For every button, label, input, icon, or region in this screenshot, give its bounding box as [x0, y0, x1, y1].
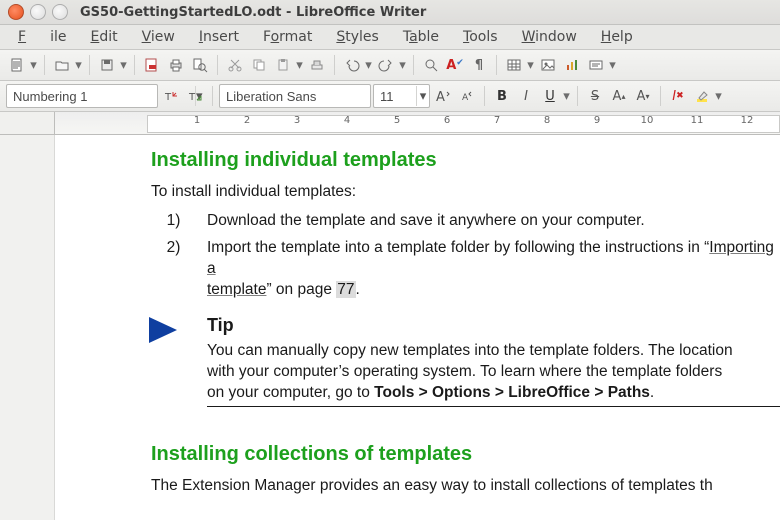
ruler-tick: 2	[244, 115, 250, 126]
tip-body: You can manually copy new templates into…	[207, 341, 780, 407]
spellcheck-button[interactable]: A✔	[444, 54, 466, 76]
list-item: Import the template into a template fold…	[189, 238, 780, 301]
highlight-button[interactable]	[691, 85, 713, 107]
save-dropdown[interactable]: ▾	[119, 58, 128, 73]
cross-reference[interactable]: template	[207, 281, 266, 298]
paragraph: The Extension Manager provides an easy w…	[151, 476, 780, 497]
insert-chart-button[interactable]	[561, 54, 583, 76]
copy-button[interactable]	[248, 54, 270, 76]
save-button[interactable]	[96, 54, 118, 76]
redo-dropdown[interactable]: ▾	[398, 58, 407, 73]
new-document-button[interactable]	[6, 54, 28, 76]
maximize-icon[interactable]	[52, 4, 68, 20]
strikethrough-button[interactable]: S	[584, 85, 606, 107]
ruler: 12345678910111213	[0, 112, 780, 135]
paragraph-style-combo[interactable]: ▾	[6, 84, 158, 108]
new-style-button[interactable]: T	[184, 85, 206, 107]
menu-table[interactable]: Table	[391, 27, 451, 47]
ruler-tick: 4	[344, 115, 350, 126]
toolbar-formatting: ▾ T T ▾ ▾ A A B I U ▾ S A▴ A▾ I✖ ▾	[0, 81, 780, 112]
ruler-tick: 12	[741, 115, 754, 126]
insert-textbox-button[interactable]	[585, 54, 607, 76]
ruler-tick: 11	[691, 115, 704, 126]
undo-dropdown[interactable]: ▾	[364, 58, 373, 73]
clone-formatting-button[interactable]	[306, 54, 328, 76]
print-button[interactable]	[165, 54, 187, 76]
window-title: GS50-GettingStartedLO.odt - LibreOffice …	[80, 5, 426, 20]
insert-table-dropdown[interactable]: ▾	[526, 58, 535, 73]
document-viewport: Installing individual templates To insta…	[0, 135, 780, 520]
toolbar-standard: ▾ ▾ ▾ ▾ ▾	[0, 50, 780, 81]
minimize-icon[interactable]	[30, 4, 46, 20]
list-item: Download the template and save it anywhe…	[189, 211, 780, 232]
shrink-font-button[interactable]: A	[456, 85, 478, 107]
heading: Installing collections of templates	[151, 441, 780, 468]
svg-text:T: T	[164, 92, 172, 103]
ruler-tick: 1	[194, 115, 200, 126]
ruler-tick: 3	[294, 115, 300, 126]
menu-tools[interactable]: Tools	[451, 27, 510, 47]
underline-button[interactable]: U	[539, 85, 561, 107]
svg-text:A: A	[436, 90, 445, 104]
grow-font-button[interactable]: A	[432, 85, 454, 107]
font-size-input[interactable]	[374, 86, 416, 106]
ruler-tick: 7	[494, 115, 500, 126]
ruler-tick: 5	[394, 115, 400, 126]
horizontal-ruler[interactable]: 12345678910111213	[55, 112, 780, 134]
menu-format[interactable]: Format	[251, 27, 324, 47]
superscript-button[interactable]: A▴	[608, 85, 630, 107]
window-titlebar: GS50-GettingStartedLO.odt - LibreOffice …	[0, 0, 780, 25]
tip-arrow-icon	[147, 315, 181, 352]
ruler-tick: 10	[641, 115, 654, 126]
open-button[interactable]	[51, 54, 73, 76]
ruler-tick: 6	[444, 115, 450, 126]
heading: Installing individual templates	[151, 147, 780, 174]
print-preview-button[interactable]	[189, 54, 211, 76]
menu-window[interactable]: Window	[510, 27, 589, 47]
new-document-dropdown[interactable]: ▾	[29, 58, 38, 73]
menu-help[interactable]: Help	[589, 27, 645, 47]
tip-label: Tip	[207, 313, 780, 337]
find-button[interactable]	[420, 54, 442, 76]
underline-dropdown[interactable]: ▾	[562, 89, 571, 104]
menubar: File Edit View Insert Format Styles Tabl…	[0, 25, 780, 50]
chevron-down-icon[interactable]: ▾	[416, 86, 429, 106]
paste-button[interactable]	[272, 54, 294, 76]
formatting-marks-button[interactable]: ¶	[468, 54, 490, 76]
page-ref-field: 77	[336, 281, 355, 298]
paragraph: To install individual templates:	[151, 182, 780, 203]
close-icon[interactable]	[8, 4, 24, 20]
menu-file[interactable]: File	[6, 27, 78, 47]
menu-insert[interactable]: Insert	[187, 27, 251, 47]
export-pdf-button[interactable]	[141, 54, 163, 76]
insert-image-button[interactable]	[537, 54, 559, 76]
bold-button[interactable]: B	[491, 85, 513, 107]
undo-button[interactable]	[341, 54, 363, 76]
ruler-tick: 8	[544, 115, 550, 126]
open-dropdown[interactable]: ▾	[74, 58, 83, 73]
insert-textbox-dropdown[interactable]: ▾	[608, 58, 617, 73]
font-name-combo[interactable]: ▾	[219, 84, 371, 108]
paste-dropdown[interactable]: ▾	[295, 58, 304, 73]
font-size-combo[interactable]: ▾	[373, 84, 430, 108]
ruler-tick: 9	[594, 115, 600, 126]
subscript-button[interactable]: A▾	[632, 85, 654, 107]
menu-edit[interactable]: Edit	[78, 27, 129, 47]
gutter	[0, 135, 54, 520]
menu-view[interactable]: View	[130, 27, 187, 47]
insert-table-button[interactable]	[503, 54, 525, 76]
svg-text:T: T	[188, 92, 196, 103]
update-style-button[interactable]: T	[160, 85, 182, 107]
menu-styles[interactable]: Styles	[324, 27, 390, 47]
highlight-dropdown[interactable]: ▾	[714, 89, 723, 104]
clear-formatting-button[interactable]: I✖	[667, 85, 689, 107]
italic-button[interactable]: I	[515, 85, 537, 107]
redo-button[interactable]	[375, 54, 397, 76]
svg-text:A: A	[462, 93, 469, 103]
document-page[interactable]: Installing individual templates To insta…	[54, 135, 780, 520]
cut-button[interactable]	[224, 54, 246, 76]
